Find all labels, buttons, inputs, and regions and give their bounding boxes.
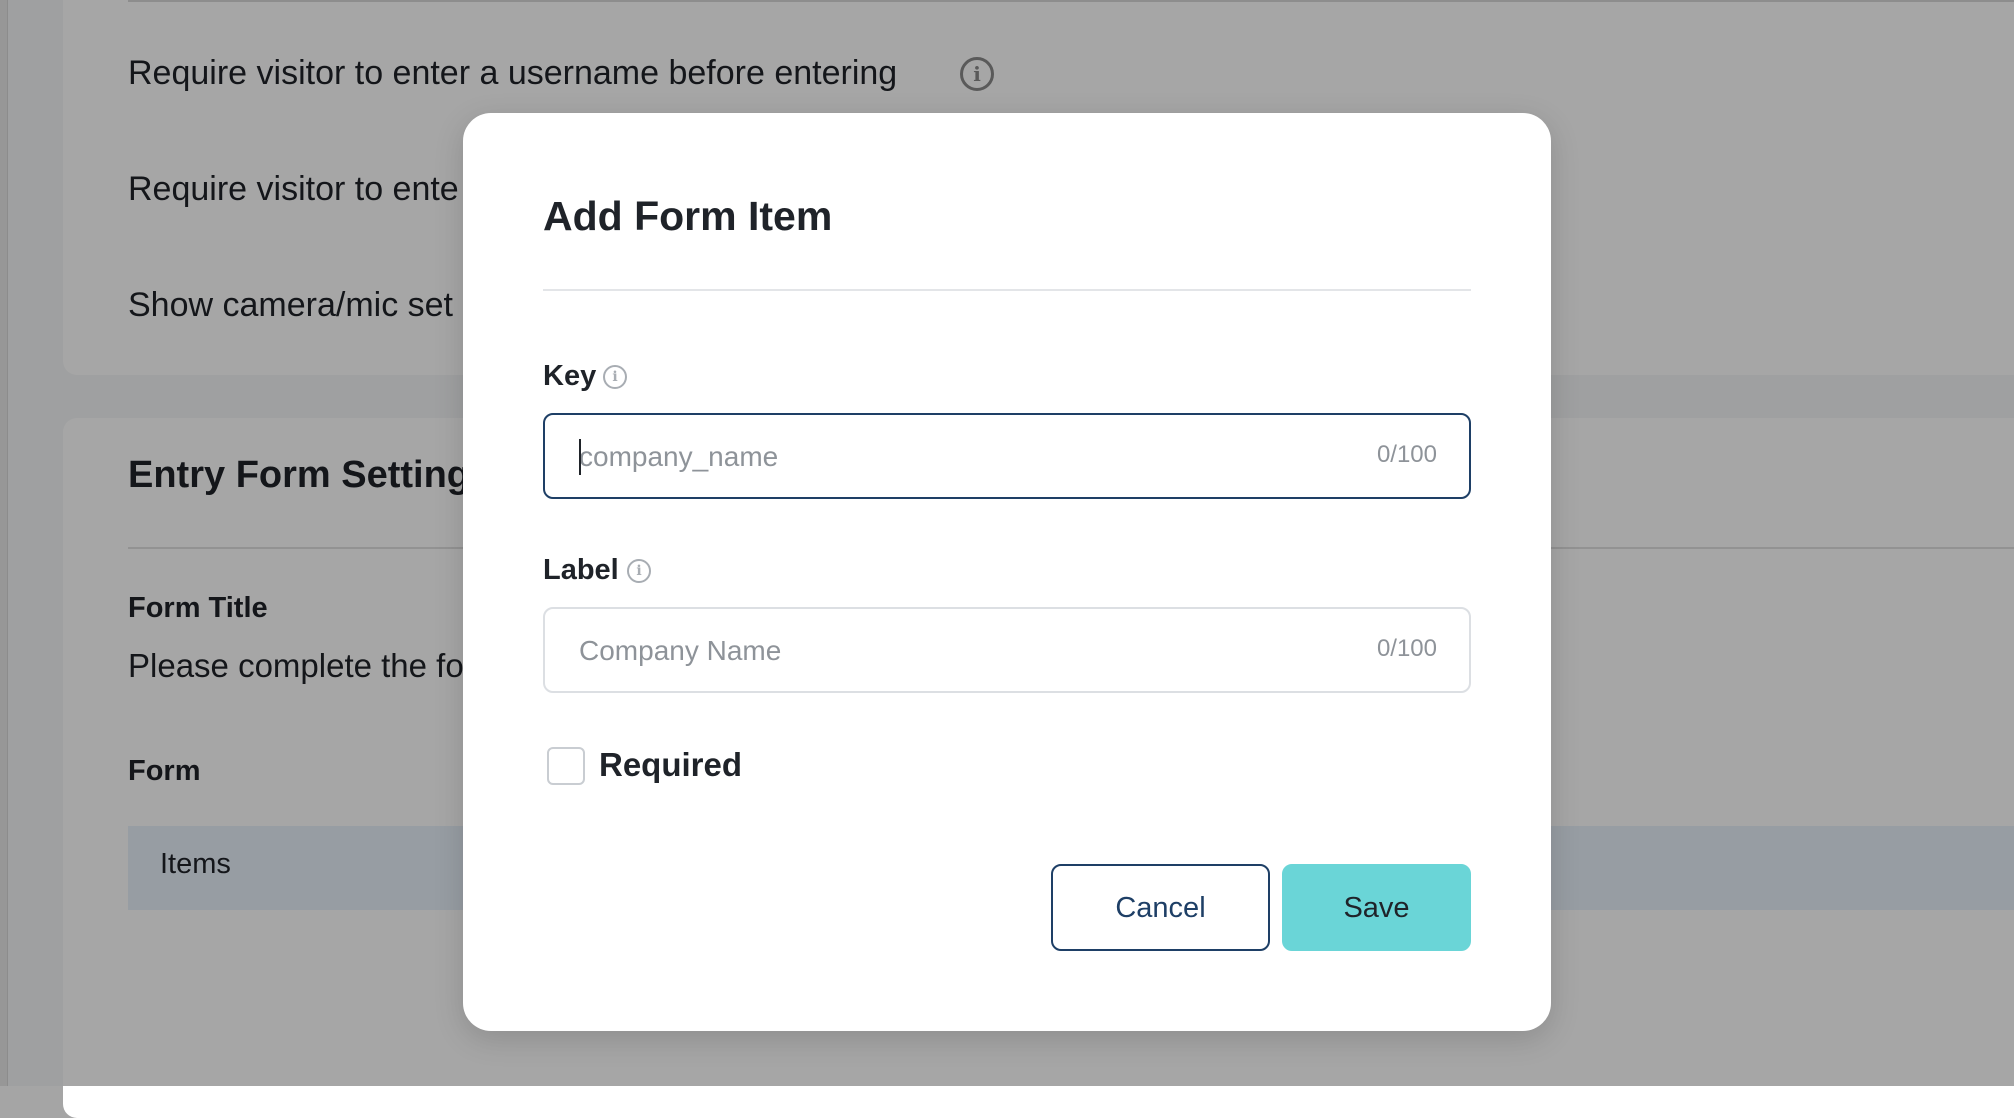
label-label: Label: [543, 554, 619, 586]
label-char-counter: 0/100: [1376, 635, 1437, 662]
info-icon[interactable]: i: [627, 559, 651, 583]
key-input[interactable]: [577, 415, 1341, 499]
key-char-counter: 0/100: [1376, 441, 1437, 468]
text-cursor: [579, 439, 581, 475]
label-input[interactable]: [577, 609, 1341, 693]
dialog-title: Add Form Item: [543, 193, 833, 239]
info-icon[interactable]: i: [603, 365, 627, 389]
save-button[interactable]: Save: [1282, 864, 1471, 951]
add-form-item-dialog: Add Form Item Key i 0/100 Label i 0/100 …: [463, 113, 1551, 1031]
required-checkbox[interactable]: [547, 747, 585, 785]
label-input-wrapper: 0/100: [543, 607, 1471, 693]
cancel-button[interactable]: Cancel: [1051, 864, 1270, 951]
key-label: Key: [543, 360, 597, 392]
required-label[interactable]: Required: [599, 746, 742, 784]
dialog-divider: [543, 289, 1471, 291]
key-input-wrapper: 0/100: [543, 413, 1471, 499]
